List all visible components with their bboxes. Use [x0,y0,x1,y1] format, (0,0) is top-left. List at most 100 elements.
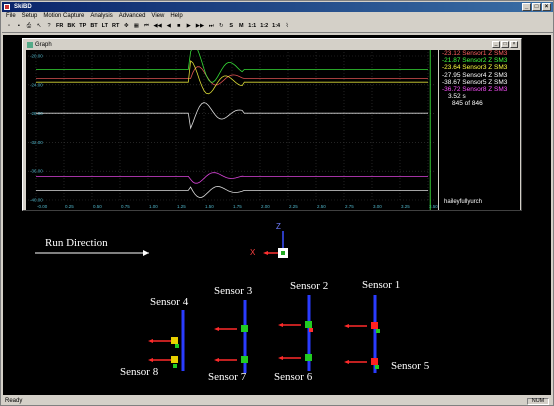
print-icon[interactable]: ⎙ [25,22,33,31]
sensor-8-dot [173,364,177,368]
x-tick-label: 2.75 [345,204,354,209]
toolbar-button-fr[interactable]: FR [55,22,64,31]
menu-motion-capture[interactable]: Motion Capture [43,12,84,21]
graph-maximize-button[interactable]: □ [501,41,509,48]
sensor-4-marker [171,337,178,344]
sensor-1-dot [376,329,380,333]
y-tick-label: -32.00 [30,140,43,145]
status-text: Ready [5,398,23,404]
save-icon[interactable]: ▪ [15,22,23,31]
sensor-5-label: Sensor 5 [391,360,430,372]
toolbar-button-1-4[interactable]: 1:4 [271,22,281,31]
sensor-group-4-8 [148,310,185,371]
x-axis-arrowhead [263,251,268,255]
pan-icon[interactable]: ✥ [122,22,130,31]
title-bar: SkiBD _ □ × [2,2,553,12]
sensor-5-x-arrowhead [344,360,349,364]
maximize-button[interactable]: □ [532,3,541,11]
arrow-icon[interactable]: ↖ [35,22,43,31]
user-label: haileyfullyurch [444,198,483,205]
graph-icon[interactable]: ⌇ [283,22,291,31]
series-line [36,45,428,83]
plot-area[interactable]: -0.00 0.25 0.50 0.75 1.00 1.25 1.50 1.75 2.00 2.2… [26,45,438,210]
toolbar-button-bt[interactable]: BT [89,22,98,31]
sensor-group-2-6 [278,295,313,371]
forward-icon[interactable]: ▶▶ [195,22,205,31]
menu-file[interactable]: File [6,12,16,21]
line-chart: -0.00 0.25 0.50 0.75 1.00 1.25 1.50 1.75 2.00 2.2… [28,45,438,210]
menu-help[interactable]: Help [170,12,182,21]
legend-series-name: Sensor1 Z SM3 [462,50,508,57]
origin-marker-center [281,251,285,255]
rewind-icon[interactable]: ⏮ [142,22,150,31]
graph-minimize-button[interactable]: _ [492,41,500,48]
graph-close-button[interactable]: × [510,41,518,48]
y-tick-label: -40.00 [30,198,43,203]
sensor-group-1-5 [344,295,380,373]
graph-icon [27,42,33,48]
x-tick-label: 0.50 [93,204,102,209]
z-axis-label: Z [276,222,281,231]
frame-readout: 845 of 846 [452,100,483,108]
sensor-8-x-arrowhead [148,358,153,362]
status-bar: Ready NUM [2,397,553,406]
menu-analysis[interactable]: Analysis [90,12,112,21]
toolbar-button-1-2[interactable]: 1:2 [259,22,269,31]
minimize-button[interactable]: _ [522,3,531,11]
sensor-4-x-arrowhead [148,339,153,343]
legend-entry: -21.87 Sensor2 Z SM3 [442,57,520,64]
help-icon[interactable]: ? [45,22,53,31]
sensor-2-dot [309,328,313,332]
sensor-3-x-arrowhead [214,327,219,331]
x-tick-label: 1.50 [205,204,214,209]
menu-bar: File Setup Motion Capture Analysis Advan… [2,12,553,21]
play-icon[interactable]: ▶ [185,22,193,31]
x-tick-label: 2.25 [289,204,298,209]
graph-window-titlebar[interactable]: Graph _ □ × [25,41,519,49]
toolbar-button-bk[interactable]: BK [66,22,76,31]
series-line [36,186,428,198]
open-icon[interactable]: ▫ [5,22,13,31]
toolbar-button-tp[interactable]: TP [78,22,87,31]
sensor-7-label: Sensor 7 [208,371,247,383]
toolbar-button-rt[interactable]: RT [111,22,120,31]
toolbar-button-s[interactable]: S [227,22,235,31]
end-icon[interactable]: ⏭ [207,22,215,31]
close-button[interactable]: × [542,3,551,11]
menu-setup[interactable]: Setup [22,12,38,21]
toolbar-button-m[interactable]: M [237,22,245,31]
legend-entry: -23.64 Sensor3 Z SM3 [442,64,520,71]
x-axis-label: X [250,248,256,257]
legend-entry: -36.72 Sensor8 Z SM3 [442,86,520,93]
menu-view[interactable]: View [151,12,164,21]
sensor-group-3-7 [214,300,248,373]
sensor-6-marker [305,354,312,361]
sensor-6-label: Sensor 6 [274,371,313,383]
x-tick-label: 3.00 [373,204,382,209]
back-icon[interactable]: ◀ [165,22,173,31]
sensor-2-x-arrowhead [278,323,283,327]
toolbar-button-1-1[interactable]: 1:1 [247,22,257,31]
graph-window[interactable]: Graph _ □ × -0.00 0.25 0.50 0.75 1.00 1.25 1.5… [22,38,522,211]
step-back-icon[interactable]: ◀◀ [152,22,162,31]
y-tick-label: -20.00 [30,54,43,59]
legend-series-name: Sensor5 Z SM3 [462,78,508,86]
toolbar-button-lt[interactable]: LT [101,22,109,31]
loop-icon[interactable]: ↻ [217,22,225,31]
sensor-6-x-arrowhead [278,356,283,360]
legend-series-name: Sensor3 Z SM3 [462,64,508,72]
x-tick-label: 1.00 [149,204,158,209]
menu-advanced[interactable]: Advanced [119,12,146,21]
sensor-2-label: Sensor 2 [290,280,329,292]
legend-entry: -23.12 Sensor1 Z SM3 [442,50,520,57]
x-tick-label: 0.75 [121,204,130,209]
y-tick-label: -24.00 [30,82,43,87]
stop-icon[interactable]: ■ [175,22,183,31]
sensor-1-label: Sensor 1 [362,279,401,291]
sensor-1-x-arrowhead [344,324,349,328]
sensor-7-x-arrowhead [214,358,219,362]
fit-icon[interactable]: ▦ [132,22,140,31]
sensor-8-marker [171,356,178,363]
graph-window-title: Graph [35,42,52,48]
sensor-4-dot [175,344,179,348]
